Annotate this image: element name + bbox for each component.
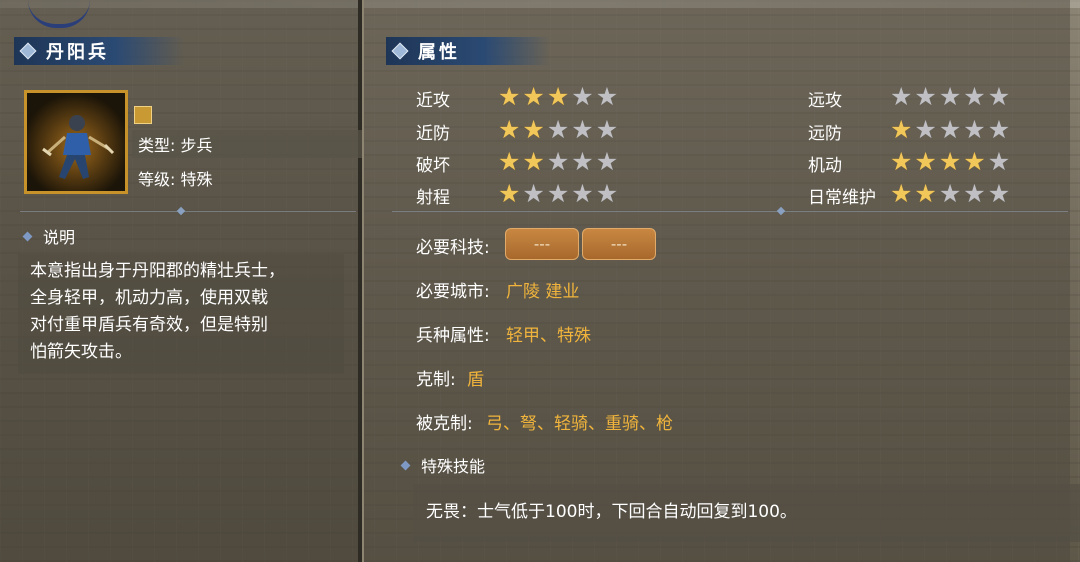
stat-label-ranged-defense: 远防 bbox=[808, 124, 842, 144]
diamond-icon bbox=[391, 42, 409, 60]
star-empty-icon: ★ bbox=[914, 115, 937, 144]
required-city-label: 必要城市: bbox=[416, 282, 490, 302]
star-empty-icon: ★ bbox=[595, 147, 619, 176]
star-empty-icon: ★ bbox=[546, 147, 570, 176]
unit-portrait bbox=[24, 90, 128, 194]
star-empty-icon: ★ bbox=[890, 82, 913, 111]
counters-label: 克制: bbox=[416, 370, 456, 390]
star-filled-icon: ★ bbox=[890, 147, 913, 176]
unit-type: 类型: 步兵 bbox=[132, 130, 362, 158]
stat-label-upkeep: 日常维护 bbox=[808, 188, 876, 208]
stat-label-mobility: 机动 bbox=[808, 156, 842, 176]
description-line: 本意指出身于丹阳郡的精壮兵士， bbox=[30, 261, 285, 281]
star-empty-icon: ★ bbox=[571, 82, 594, 111]
star-empty-icon: ★ bbox=[522, 179, 545, 208]
unit-level-text: 等级: 特殊 bbox=[138, 170, 213, 189]
description-text: 本意指出身于丹阳郡的精壮兵士， 全身轻甲，机动力高，使用双戟 对付重甲盾兵有奇效… bbox=[30, 258, 330, 366]
troop-attribute-value: 轻甲、特殊 bbox=[506, 326, 591, 346]
star-empty-icon: ★ bbox=[987, 82, 1011, 111]
stars-range: ★ ★ ★ ★ ★ bbox=[498, 181, 618, 206]
star-empty-icon: ★ bbox=[963, 179, 986, 208]
divider-line bbox=[392, 211, 1068, 212]
unit-level: 等级: 特殊 bbox=[132, 164, 362, 192]
star-filled-icon: ★ bbox=[498, 147, 521, 176]
description-line: 怕箭矢攻击。 bbox=[30, 342, 132, 362]
star-empty-icon: ★ bbox=[938, 82, 962, 111]
star-empty-icon: ★ bbox=[938, 115, 962, 144]
star-filled-icon: ★ bbox=[498, 82, 521, 111]
star-empty-icon: ★ bbox=[987, 115, 1011, 144]
star-empty-icon: ★ bbox=[987, 179, 1011, 208]
star-empty-icon: ★ bbox=[595, 115, 619, 144]
star-empty-icon: ★ bbox=[571, 115, 594, 144]
stars-destruction: ★ ★ ★ ★ ★ bbox=[498, 149, 618, 174]
required-tech-slot-2[interactable]: --- bbox=[582, 228, 656, 260]
star-filled-icon: ★ bbox=[498, 179, 521, 208]
star-empty-icon: ★ bbox=[914, 82, 937, 111]
diamond-icon bbox=[19, 42, 37, 60]
countered-by-label: 被克制: bbox=[416, 414, 473, 434]
stars-melee-attack: ★ ★ ★ ★ ★ bbox=[498, 84, 618, 109]
countered-by-value: 弓、弩、轻骑、重骑、枪 bbox=[486, 414, 673, 434]
stat-label-melee-attack: 近攻 bbox=[416, 91, 450, 111]
star-filled-icon: ★ bbox=[914, 147, 937, 176]
counters-value: 盾 bbox=[467, 370, 484, 390]
special-skill-heading: 特殊技能 bbox=[400, 453, 486, 477]
stars-mobility: ★ ★ ★ ★ ★ bbox=[890, 149, 1010, 174]
description-heading-text: 说明 bbox=[43, 228, 76, 247]
stars-ranged-attack: ★ ★ ★ ★ ★ bbox=[890, 84, 1010, 109]
stat-label-ranged-attack: 远攻 bbox=[808, 91, 842, 111]
unit-name: 丹阳兵 bbox=[46, 42, 109, 63]
required-city-value: 广陵 建业 bbox=[506, 282, 580, 302]
unit-title-bar: 丹阳兵 bbox=[14, 37, 184, 65]
star-empty-icon: ★ bbox=[571, 179, 594, 208]
stars-ranged-defense: ★ ★ ★ ★ ★ bbox=[890, 117, 1010, 142]
star-empty-icon: ★ bbox=[938, 179, 962, 208]
star-empty-icon: ★ bbox=[963, 115, 986, 144]
star-empty-icon: ★ bbox=[595, 179, 619, 208]
star-filled-icon: ★ bbox=[890, 115, 913, 144]
star-filled-icon: ★ bbox=[963, 147, 986, 176]
star-filled-icon: ★ bbox=[938, 147, 962, 176]
attributes-title: 属性 bbox=[418, 42, 460, 63]
diamond-icon bbox=[400, 460, 411, 470]
stat-label-range: 射程 bbox=[416, 188, 450, 208]
stars-upkeep: ★ ★ ★ ★ ★ bbox=[890, 181, 1010, 206]
star-filled-icon: ★ bbox=[522, 147, 545, 176]
star-filled-icon: ★ bbox=[522, 82, 545, 111]
stat-label-destruction: 破坏 bbox=[416, 156, 450, 176]
stat-label-melee-defense: 近防 bbox=[416, 124, 450, 144]
star-empty-icon: ★ bbox=[546, 115, 570, 144]
star-empty-icon: ★ bbox=[595, 82, 619, 111]
star-empty-icon: ★ bbox=[987, 147, 1011, 176]
special-skill-heading-text: 特殊技能 bbox=[421, 457, 486, 476]
required-tech-slot-1[interactable]: --- bbox=[505, 228, 579, 260]
star-empty-icon: ★ bbox=[963, 82, 986, 111]
star-filled-icon: ★ bbox=[546, 82, 570, 111]
required-tech-label: 必要科技: bbox=[416, 238, 490, 258]
star-filled-icon: ★ bbox=[522, 115, 545, 144]
weapon-badge-icon bbox=[134, 106, 152, 124]
star-filled-icon: ★ bbox=[890, 179, 913, 208]
stars-melee-defense: ★ ★ ★ ★ ★ bbox=[498, 117, 618, 142]
soldier-figure-icon bbox=[27, 93, 125, 191]
attributes-title-bar: 属性 bbox=[386, 37, 550, 65]
description-line: 全身轻甲，机动力高，使用双戟 bbox=[30, 288, 268, 308]
star-filled-icon: ★ bbox=[914, 179, 937, 208]
special-skill-text: 无畏：士气低于100时，下回合自动回复到100。 bbox=[426, 502, 797, 522]
star-filled-icon: ★ bbox=[498, 115, 521, 144]
star-empty-icon: ★ bbox=[571, 147, 594, 176]
diamond-icon bbox=[22, 231, 33, 241]
unit-type-text: 类型: 步兵 bbox=[138, 136, 213, 155]
description-heading: 说明 bbox=[22, 224, 76, 248]
divider-line bbox=[20, 211, 356, 212]
description-line: 对付重甲盾兵有奇效，但是特别 bbox=[30, 315, 268, 335]
troop-attribute-label: 兵种属性: bbox=[416, 326, 490, 346]
star-empty-icon: ★ bbox=[546, 179, 570, 208]
